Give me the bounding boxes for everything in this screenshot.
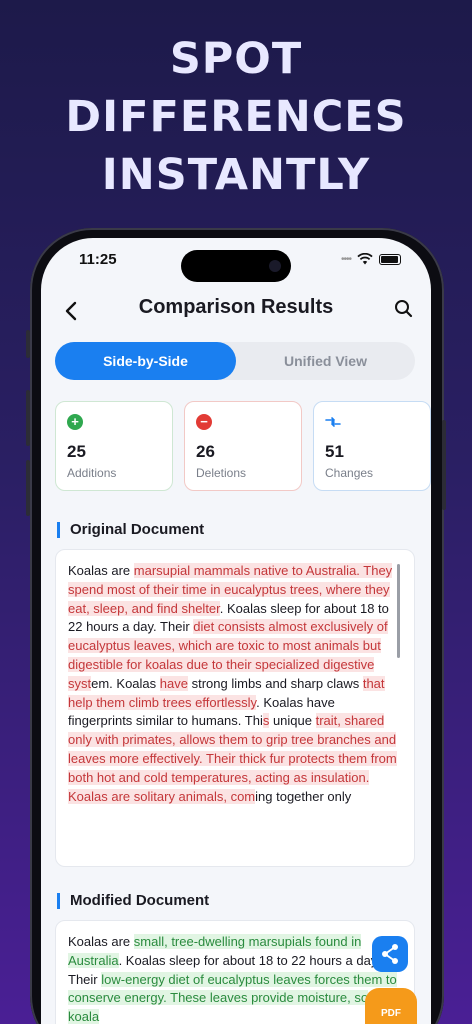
- status-icons: ••••: [341, 253, 401, 265]
- text-segment: . Koalas sleep for about: [219, 600, 360, 616]
- deletions-label: Deletions: [196, 466, 247, 480]
- text-segment: em.: [91, 675, 113, 691]
- camera-dot: [269, 260, 281, 272]
- status-bar: 11:25 ••••: [41, 238, 431, 288]
- modified-document-text: Koalas are small, tree-dwelling marsupia…: [68, 933, 398, 1024]
- headline-line-3: INSTANTLY: [101, 150, 371, 200]
- phone-side-button: [26, 330, 30, 358]
- original-document-text: Koalas are marsupial mammals native to A…: [68, 562, 398, 806]
- additions-label: Additions: [67, 466, 117, 480]
- text-segment: unique: [269, 713, 316, 729]
- phone-side-button: [26, 460, 30, 516]
- text-segment: Koalas are: [68, 563, 134, 578]
- modified-document-heading: Modified Document: [57, 893, 209, 909]
- stats-cards: + 25 Additions − 26 Deletions 51 Changes: [55, 401, 431, 491]
- tab-side-by-side[interactable]: Side-by-Side: [55, 342, 236, 380]
- scrollbar[interactable]: [397, 564, 400, 658]
- changes-label: Changes: [325, 466, 374, 480]
- phone-side-button: [442, 420, 446, 510]
- minus-circle-icon: −: [196, 414, 212, 430]
- page-title: Comparison Results: [138, 296, 334, 318]
- pdf-icon-label: PDF: [381, 1008, 401, 1019]
- signal-icon: ••••: [340, 253, 352, 265]
- swap-arrows-icon: [325, 414, 341, 430]
- export-pdf-button[interactable]: PDF: [365, 988, 417, 1024]
- text-segment: hours a day. Their: [82, 619, 194, 635]
- text-segment: Koalas: [112, 675, 160, 691]
- original-document-heading: Original Document: [57, 522, 204, 538]
- text-segment: ther only: [301, 788, 352, 804]
- phone-side-button: [26, 390, 30, 446]
- deletions-count: 26: [196, 442, 215, 461]
- changes-count: 51: [325, 442, 344, 461]
- plus-circle-icon: +: [67, 414, 83, 430]
- text-segment: ing toge: [255, 788, 302, 804]
- nav-bar: Comparison Results: [41, 290, 431, 330]
- changes-card[interactable]: 51 Changes: [313, 401, 431, 491]
- battery-icon: [379, 253, 401, 265]
- added-text: low-energy diet of eucalyptus leaves for…: [68, 971, 397, 1024]
- share-icon: [382, 944, 398, 964]
- deletions-card[interactable]: − 26 Deletions: [184, 401, 302, 491]
- text-segment: strong limbs and sharp claws: [187, 675, 363, 691]
- search-icon[interactable]: [391, 296, 417, 322]
- promo-headline: SPOT DIFFERENCES INSTANTLY: [0, 30, 472, 204]
- deleted-text: have: [159, 675, 188, 691]
- additions-card[interactable]: + 25 Additions: [55, 401, 173, 491]
- additions-count: 25: [67, 442, 86, 461]
- view-mode-segmented-control: Side-by-Side Unified View: [55, 342, 415, 380]
- headline-line-1: SPOT: [169, 34, 303, 84]
- wifi-icon: [357, 253, 373, 265]
- status-time: 11:25: [79, 251, 117, 268]
- tab-unified-view[interactable]: Unified View: [236, 342, 415, 380]
- headline-line-2: DIFFERENCES: [65, 92, 407, 142]
- modified-document-panel[interactable]: Koalas are small, tree-dwelling marsupia…: [55, 920, 415, 1024]
- share-button[interactable]: [372, 936, 408, 972]
- app-screen: 11:25 •••• Comparison Results Side-by-Si…: [41, 238, 431, 1024]
- original-document-panel[interactable]: Koalas are marsupial mammals native to A…: [55, 549, 415, 867]
- text-segment: Koalas are: [68, 934, 134, 949]
- dynamic-island: [181, 250, 291, 282]
